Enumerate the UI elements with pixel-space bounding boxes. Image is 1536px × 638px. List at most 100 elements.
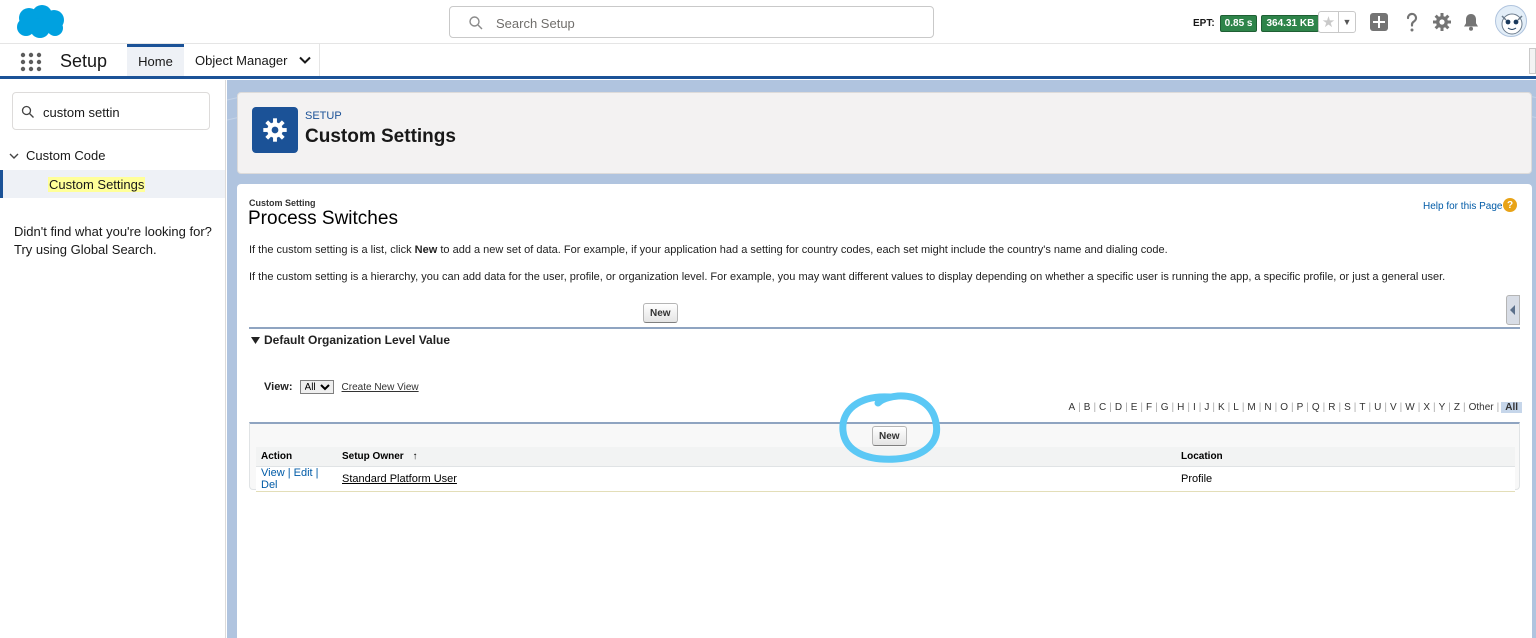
alpha-filter-h[interactable]: H — [1174, 402, 1187, 413]
setup-gear-icon — [252, 107, 298, 153]
ept-time-badge: 0.85 s — [1219, 14, 1258, 32]
page-header: SETUP Custom Settings — [237, 92, 1532, 174]
salesforce-logo-icon[interactable] — [12, 4, 68, 40]
chevron-down-icon[interactable] — [8, 150, 20, 162]
view-link[interactable]: View — [261, 467, 285, 479]
alpha-filter-all[interactable]: All — [1501, 402, 1522, 413]
column-header-setup-owner[interactable]: Setup Owner ↑ — [337, 447, 1176, 467]
column-header-label: Setup Owner — [342, 450, 404, 462]
alpha-filter-o[interactable]: O — [1277, 402, 1291, 413]
alpha-filter-p[interactable]: P — [1294, 402, 1307, 413]
alpha-filter-k[interactable]: K — [1215, 402, 1228, 413]
tab-object-manager-label: Object Manager — [195, 52, 288, 68]
notifications-bell-icon[interactable] — [1460, 11, 1482, 33]
hierarchy-instructions: If the custom setting is a hierarchy, yo… — [249, 271, 1446, 283]
ept-size-badge: 364.31 KB — [1261, 14, 1320, 32]
alpha-filter-c[interactable]: C — [1096, 402, 1109, 413]
alpha-filter-s[interactable]: S — [1341, 402, 1354, 413]
alpha-filter-g[interactable]: G — [1158, 402, 1172, 413]
tree-item-custom-settings[interactable]: Custom Settings — [0, 170, 225, 198]
view-select[interactable]: All — [299, 380, 334, 394]
alpha-filter-other[interactable]: Other — [1466, 402, 1497, 413]
new-button-list[interactable]: New — [872, 426, 907, 446]
column-header-location: Location — [1176, 447, 1515, 467]
tree-item-label: Custom Settings — [48, 177, 146, 192]
search-icon — [469, 16, 483, 30]
favorites-dropdown-icon[interactable]: ▼ — [1339, 12, 1355, 32]
global-actions-plus-icon[interactable] — [1368, 11, 1390, 33]
para1-bold-text: New — [414, 244, 438, 256]
alpha-filter-u[interactable]: U — [1371, 402, 1384, 413]
alpha-filter-r[interactable]: R — [1325, 402, 1338, 413]
sort-ascending-icon[interactable]: ↑ — [412, 451, 417, 462]
no-results-help-text: Didn't find what you're looking for? Try… — [14, 224, 212, 257]
alpha-filter-e[interactable]: E — [1128, 402, 1141, 413]
new-button-top[interactable]: New — [643, 303, 678, 323]
alpha-filter-w[interactable]: W — [1402, 402, 1417, 413]
context-nav-bar: Setup Home Object Manager — [0, 44, 1536, 79]
favorite-star-icon[interactable]: ★ — [1319, 12, 1339, 32]
alpha-filter-b[interactable]: B — [1081, 402, 1094, 413]
alpha-filter-d[interactable]: D — [1112, 402, 1125, 413]
global-search[interactable] — [449, 6, 934, 38]
custom-setting-detail-card: Custom Setting Process Switches Help for… — [237, 184, 1532, 638]
alpha-filter-m[interactable]: M — [1244, 402, 1258, 413]
page-eyebrow: SETUP — [305, 110, 342, 122]
create-new-view-link[interactable]: Create New View — [342, 382, 419, 393]
record-type-label: Custom Setting — [249, 198, 316, 208]
help-question-icon[interactable]: ? — [1503, 198, 1517, 212]
tab-object-manager[interactable]: Object Manager — [186, 44, 320, 76]
action-cell: View | Edit | Del — [256, 466, 337, 492]
view-label: View: — [264, 381, 293, 393]
column-header-action: Action — [256, 447, 337, 467]
setup-gear-icon[interactable] — [1431, 11, 1453, 33]
section-title: Default Organization Level Value — [264, 333, 451, 347]
user-avatar[interactable] — [1495, 5, 1527, 37]
alpha-filter-i[interactable]: I — [1190, 402, 1199, 413]
alpha-filter-n[interactable]: N — [1261, 402, 1274, 413]
list-instructions: If the custom setting is a list, click N… — [249, 244, 1168, 256]
setup-owner-cell: Standard Platform User — [337, 466, 1176, 492]
collapse-side-panel-icon[interactable] — [1506, 295, 1520, 325]
alpha-filter-j[interactable]: J — [1201, 402, 1212, 413]
help-for-this-page-link[interactable]: Help for this Page — [1423, 201, 1503, 212]
app-launcher-icon[interactable] — [20, 52, 42, 72]
alphabet-filter-bar: A | B | C | D | E | F | G | H | I | J | K | L | M | N | O | P | Q | R | S | T |… — [1065, 402, 1522, 413]
default-org-level-section-header[interactable]: Default Organization Level Value — [251, 333, 450, 347]
edit-link[interactable]: Edit — [294, 467, 313, 479]
quick-find-input[interactable] — [43, 103, 203, 121]
alpha-separator: | — [1496, 402, 1500, 413]
alpha-filter-l[interactable]: L — [1230, 402, 1242, 413]
alpha-filter-t[interactable]: T — [1356, 402, 1368, 413]
chevron-down-icon[interactable] — [298, 53, 312, 67]
tree-node-custom-code[interactable]: Custom Code — [8, 148, 105, 163]
setup-tree-sidebar: Custom Code Custom Settings Didn't find … — [0, 80, 226, 638]
location-cell: Profile — [1176, 466, 1515, 492]
help-question-icon[interactable] — [1401, 11, 1423, 33]
search-icon — [21, 105, 34, 118]
alpha-filter-f[interactable]: F — [1143, 402, 1155, 413]
related-list: New Action Setup Owner ↑ Location View |… — [249, 422, 1520, 492]
app-name: Setup — [60, 51, 108, 71]
utility-edge-tab[interactable] — [1529, 48, 1536, 74]
alpha-filter-y[interactable]: Y — [1436, 402, 1449, 413]
alpha-filter-x[interactable]: X — [1420, 402, 1433, 413]
para1-text: If the custom setting is a list, click — [249, 244, 415, 256]
alpha-filter-z[interactable]: Z — [1451, 402, 1463, 413]
page-title: Custom Settings — [305, 126, 456, 147]
table-row: View | Edit | Del Standard Platform User… — [256, 466, 1515, 492]
alpha-filter-v[interactable]: V — [1387, 402, 1400, 413]
search-setup-input[interactable] — [496, 13, 916, 33]
para1-text-rest: to add a new set of data. For example, i… — [437, 244, 1168, 256]
alpha-filter-q[interactable]: Q — [1309, 402, 1323, 413]
alpha-filter-a[interactable]: A — [1065, 402, 1078, 413]
tab-home[interactable]: Home — [127, 44, 184, 76]
global-header: EPT: 0.85 s 364.31 KB ★ ▼ — [0, 0, 1536, 44]
section-divider — [249, 327, 1520, 329]
delete-link[interactable]: Del — [261, 479, 278, 491]
quick-find-box[interactable] — [12, 92, 210, 130]
setup-owner-link[interactable]: Standard Platform User — [342, 473, 457, 485]
collapse-triangle-icon[interactable] — [251, 336, 260, 345]
records-table: Action Setup Owner ↑ Location View | Edi… — [256, 447, 1515, 492]
ept-label: EPT: — [1193, 17, 1215, 29]
